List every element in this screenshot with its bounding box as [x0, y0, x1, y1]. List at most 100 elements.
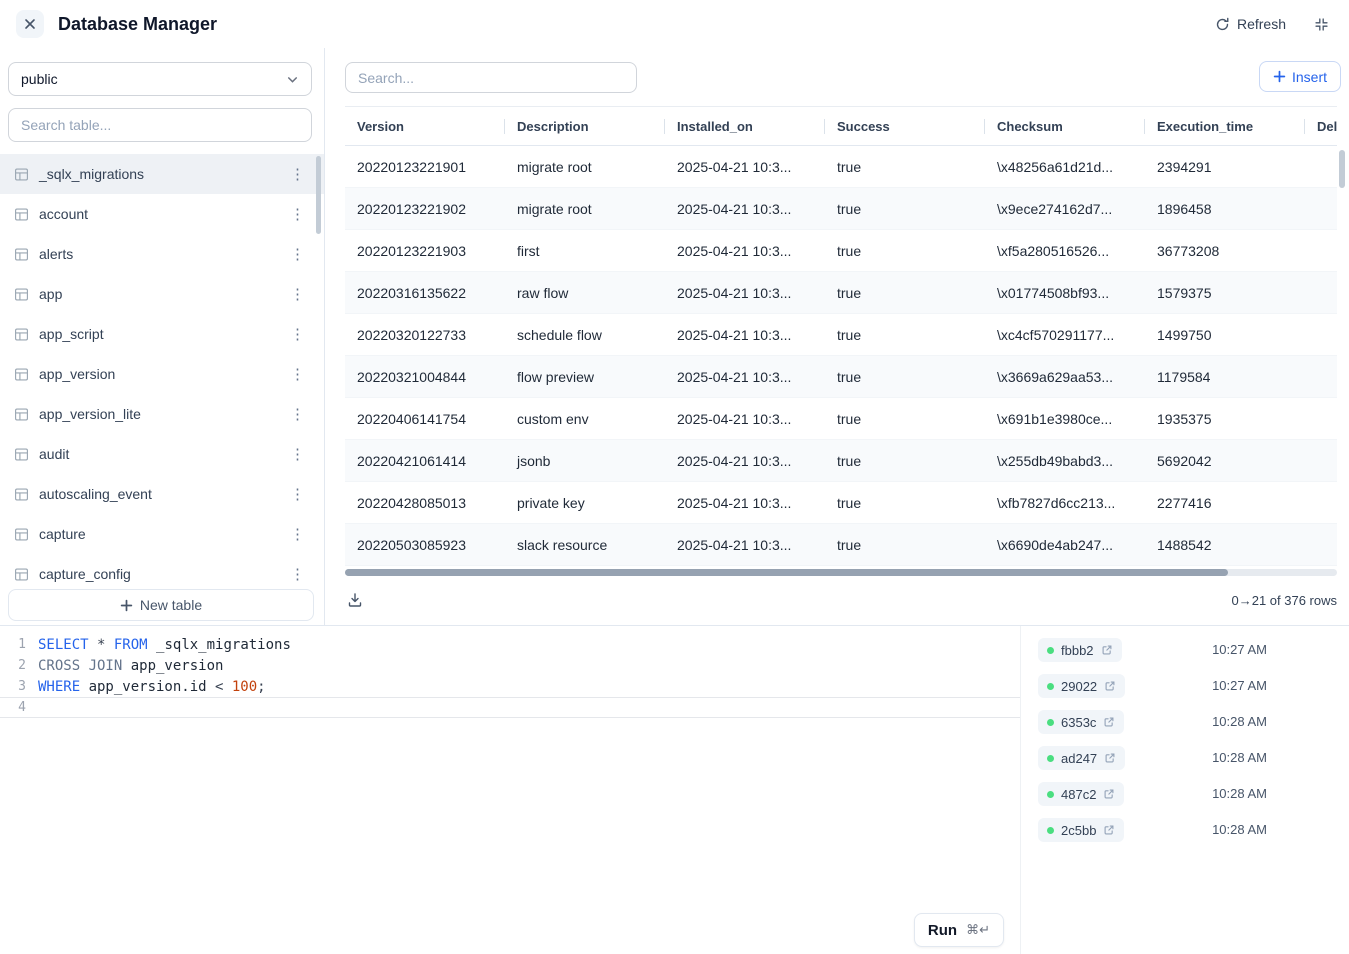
table-icon — [14, 487, 29, 502]
run-pill[interactable]: 2c5bb — [1038, 818, 1124, 842]
column-header-description[interactable]: Description — [505, 119, 665, 134]
run-pill[interactable]: 29022 — [1038, 674, 1125, 698]
topbar-actions: Refresh — [1215, 13, 1333, 36]
run-pill[interactable]: 487c2 — [1038, 782, 1124, 806]
sidebar-item-app_version[interactable]: app_version ⋮ — [0, 354, 324, 394]
table-menu-icon[interactable]: ⋮ — [287, 165, 308, 183]
table-menu-icon[interactable]: ⋮ — [287, 245, 308, 263]
cell-success: true — [825, 285, 985, 301]
editor-line[interactable]: 4 — [0, 697, 1020, 718]
cell-success: true — [825, 369, 985, 385]
sql-editor[interactable]: 1SELECT * FROM _sqlx_migrations2CROSS JO… — [0, 626, 1021, 954]
insert-button[interactable]: Insert — [1259, 61, 1341, 92]
editor-line[interactable]: 2CROSS JOIN app_version — [0, 655, 1020, 676]
run-timestamp: 10:27 AM — [1212, 674, 1267, 693]
column-header-dele[interactable]: Dele — [1305, 119, 1337, 134]
new-table-button[interactable]: New table — [8, 589, 314, 621]
cell-installed_on: 2025-04-21 10:3... — [665, 495, 825, 511]
expand-button[interactable] — [1310, 13, 1333, 36]
run-button[interactable]: Run ⌘↵ — [914, 913, 1004, 947]
table-menu-icon[interactable]: ⋮ — [287, 485, 308, 503]
table-menu-icon[interactable]: ⋮ — [287, 365, 308, 383]
table-icon — [14, 567, 29, 582]
table-menu-icon[interactable]: ⋮ — [287, 445, 308, 463]
table-name-label: autoscaling_event — [39, 486, 152, 502]
editor-lines: 1SELECT * FROM _sqlx_migrations2CROSS JO… — [0, 634, 1020, 718]
data-panel: Insert VersionDescriptionInstalled_onSuc… — [326, 48, 1349, 625]
table-menu-icon[interactable]: ⋮ — [287, 565, 308, 583]
table-menu-icon[interactable]: ⋮ — [287, 205, 308, 223]
table-row[interactable]: 20220123221902migrate root2025-04-21 10:… — [345, 188, 1337, 230]
cell-description: flow preview — [505, 369, 665, 385]
editor-line[interactable]: 3WHERE app_version.id < 100; — [0, 676, 1020, 697]
cell-installed_on: 2025-04-21 10:3... — [665, 411, 825, 427]
sidebar-item-account[interactable]: account⋮ — [0, 194, 324, 234]
table-name-label: app_version — [39, 366, 115, 382]
table-menu-icon[interactable]: ⋮ — [287, 285, 308, 303]
sidebar-item-autoscaling_event[interactable]: autoscaling_event ⋮ — [0, 474, 324, 514]
vertical-scrollbar-thumb[interactable] — [1339, 150, 1345, 188]
sidebar-scrollbar[interactable] — [316, 156, 321, 234]
cell-checksum: \x691b1e3980ce... — [985, 411, 1145, 427]
sidebar-item-_sqlx_migrations[interactable]: _sqlx_migrations ⋮ — [0, 154, 324, 194]
table-row[interactable]: 20220320122733schedule flow2025-04-21 10… — [345, 314, 1337, 356]
table-search-input[interactable] — [8, 108, 312, 142]
run-row: 29022 10:27 AM — [1038, 674, 1267, 710]
sidebar-item-capture[interactable]: capture⋮ — [0, 514, 324, 554]
run-timestamp: 10:28 AM — [1212, 710, 1267, 729]
table-row[interactable]: 20220406141754custom env2025-04-21 10:3.… — [345, 398, 1337, 440]
table-menu-icon[interactable]: ⋮ — [287, 405, 308, 423]
cell-execution_time: 1579375 — [1145, 285, 1305, 301]
column-header-checksum[interactable]: Checksum — [985, 119, 1145, 134]
download-button[interactable] — [345, 590, 365, 610]
table-icon — [14, 447, 29, 462]
column-header-installed_on[interactable]: Installed_on — [665, 119, 825, 134]
table-icon — [14, 407, 29, 422]
column-header-success[interactable]: Success — [825, 119, 985, 134]
chevron-down-icon — [286, 73, 299, 86]
cell-success: true — [825, 159, 985, 175]
close-button[interactable] — [16, 10, 44, 38]
schema-select-value: public — [21, 71, 58, 87]
cell-execution_time: 36773208 — [1145, 243, 1305, 259]
run-timestamp: 10:27 AM — [1212, 638, 1267, 657]
column-header-execution_time[interactable]: Execution_time — [1145, 119, 1305, 134]
page-title: Database Manager — [58, 14, 217, 35]
column-header-version[interactable]: Version — [345, 119, 505, 134]
sidebar-item-app[interactable]: app⋮ — [0, 274, 324, 314]
table-menu-icon[interactable]: ⋮ — [287, 525, 308, 543]
editor-line[interactable]: 1SELECT * FROM _sqlx_migrations — [0, 634, 1020, 655]
code-text: WHERE app_version.id < 100; — [38, 679, 266, 695]
horizontal-scrollbar-thumb[interactable] — [345, 569, 1228, 576]
table-icon — [14, 167, 29, 182]
schema-select[interactable]: public — [8, 62, 312, 96]
table-row[interactable]: 20220428085013private key2025-04-21 10:3… — [345, 482, 1337, 524]
sidebar-item-app_script[interactable]: app_script⋮ — [0, 314, 324, 354]
table-row[interactable]: 20220123221903first2025-04-21 10:3...tru… — [345, 230, 1337, 272]
table-row[interactable]: 20220321004844flow preview2025-04-21 10:… — [345, 356, 1337, 398]
table-row[interactable]: 20220421061414jsonb2025-04-21 10:3...tru… — [345, 440, 1337, 482]
table-row[interactable]: 20220123221901migrate root2025-04-21 10:… — [345, 146, 1337, 188]
table-icon — [14, 327, 29, 342]
success-dot-icon — [1047, 719, 1054, 726]
cell-description: slack resource — [505, 537, 665, 553]
sidebar-item-capture_config[interactable]: capture_config⋮ — [0, 554, 324, 590]
sidebar-item-alerts[interactable]: alerts⋮ — [0, 234, 324, 274]
run-pill[interactable]: fbbb2 — [1038, 638, 1122, 662]
table-icon — [14, 527, 29, 542]
horizontal-scrollbar[interactable] — [345, 569, 1337, 576]
cell-checksum: \xfb7827d6cc213... — [985, 495, 1145, 511]
table-row[interactable]: 20220316135622raw flow2025-04-21 10:3...… — [345, 272, 1337, 314]
table-menu-icon[interactable]: ⋮ — [287, 325, 308, 343]
run-id: 487c2 — [1061, 787, 1096, 802]
sidebar-item-app_version_lite[interactable]: app_version_lite⋮ — [0, 394, 324, 434]
run-pill[interactable]: 6353c — [1038, 710, 1124, 734]
run-pill[interactable]: ad247 — [1038, 746, 1125, 770]
row-search-input[interactable] — [345, 62, 637, 93]
run-row: fbbb2 10:27 AM — [1038, 638, 1267, 674]
table-row[interactable]: 20220503085923slack resource2025-04-21 1… — [345, 524, 1337, 566]
refresh-button[interactable]: Refresh — [1215, 16, 1286, 32]
external-link-icon — [1104, 752, 1116, 764]
table-name-label: _sqlx_migrations — [39, 166, 144, 182]
sidebar-item-audit[interactable]: audit⋮ — [0, 434, 324, 474]
